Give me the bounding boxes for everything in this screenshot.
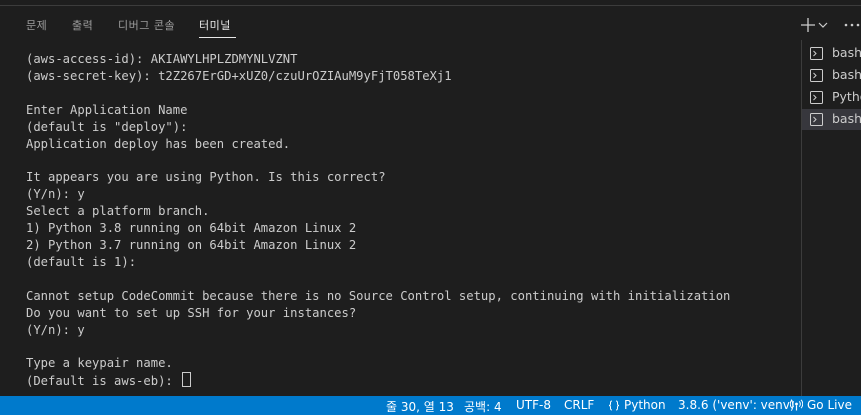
terminal-icon bbox=[810, 47, 823, 60]
terminal-list-label: bash bbox=[832, 67, 861, 82]
plus-icon[interactable] bbox=[800, 17, 816, 33]
terminal-icon bbox=[810, 91, 823, 104]
top-divider bbox=[0, 5, 861, 6]
terminal-line: (default is "deploy"): bbox=[26, 119, 188, 134]
terminal-line: (Y/n): y bbox=[26, 187, 85, 202]
tab-output[interactable]: 출력 bbox=[72, 17, 93, 33]
terminal-line: (aws-secret-key): t2Z267ErGD+xUZ0/czuUrO… bbox=[26, 68, 452, 83]
status-language[interactable]: Python bbox=[624, 398, 666, 412]
terminal-line: Application deploy has been created. bbox=[26, 136, 291, 151]
terminal-list-item-bash[interactable]: bash bbox=[802, 43, 861, 64]
tab-problems[interactable]: 문제 bbox=[26, 17, 47, 33]
terminal-line: Do you want to set up SSH for your insta… bbox=[26, 305, 357, 320]
terminal-line: (Y/n): y bbox=[26, 322, 85, 337]
terminal-cursor bbox=[182, 372, 192, 388]
status-go-live[interactable]: Go Live bbox=[807, 398, 852, 412]
tab-terminal[interactable]: 터미널 bbox=[199, 17, 231, 33]
terminal-list-label: bash bbox=[832, 45, 861, 60]
status-indentation[interactable]: 공백: 4 bbox=[464, 398, 502, 415]
terminal-icon bbox=[810, 113, 823, 126]
braces-icon bbox=[608, 400, 620, 411]
terminal-line: Select a platform branch. bbox=[26, 204, 210, 219]
status-encoding[interactable]: UTF-8 bbox=[516, 398, 551, 412]
terminal-line: (default is 1): bbox=[26, 254, 137, 269]
status-eol[interactable]: CRLF bbox=[564, 398, 594, 412]
terminal-output[interactable]: (aws-access-id): AKIAWYLHPLZDMYNLVZNT (aw… bbox=[26, 51, 796, 396]
terminal-list-item-python[interactable]: Pytho bbox=[802, 87, 861, 108]
terminal-list-item-bash[interactable]: bash bbox=[802, 65, 861, 86]
terminal-line: Type a keypair name. bbox=[26, 356, 173, 371]
active-tab-indicator bbox=[199, 37, 236, 38]
terminal-list-label: bash bbox=[832, 111, 861, 126]
terminal-line: Enter Application Name bbox=[26, 102, 188, 117]
tab-debug-console[interactable]: 디버그 콘솔 bbox=[118, 17, 175, 33]
terminal-line: (aws-access-id): AKIAWYLHPLZDMYNLVZNT bbox=[26, 52, 298, 66]
more-actions-icon[interactable] bbox=[843, 22, 861, 28]
terminal-line: (Default is aws-eb): bbox=[26, 374, 181, 389]
terminal-list-item-bash-active[interactable]: bash bbox=[802, 109, 861, 130]
status-interpreter[interactable]: 3.8.6 ('venv': venv) bbox=[678, 398, 795, 412]
panel-header: 문제 출력 디버그 콘솔 터미널 bbox=[0, 0, 861, 40]
terminal-line: 1) Python 3.8 running on 64bit Amazon Li… bbox=[26, 221, 357, 236]
broadcast-icon bbox=[790, 399, 803, 411]
terminal-line: 2) Python 3.7 running on 64bit Amazon Li… bbox=[26, 237, 357, 252]
status-cursor-position[interactable]: 줄 30, 열 13 bbox=[386, 398, 454, 415]
terminal-line: It appears you are using Python. Is this… bbox=[26, 170, 386, 185]
terminal-list-label: Pytho bbox=[832, 89, 861, 104]
terminal-line: Cannot setup CodeCommit because there is… bbox=[26, 288, 731, 303]
terminal-prompt-line: (Default is aws-eb): bbox=[26, 372, 796, 390]
terminal-icon bbox=[810, 69, 823, 82]
status-bar: 줄 30, 열 13 공백: 4 UTF-8 CRLF Python 3.8.6… bbox=[0, 396, 861, 415]
chevron-down-icon[interactable] bbox=[818, 20, 828, 30]
